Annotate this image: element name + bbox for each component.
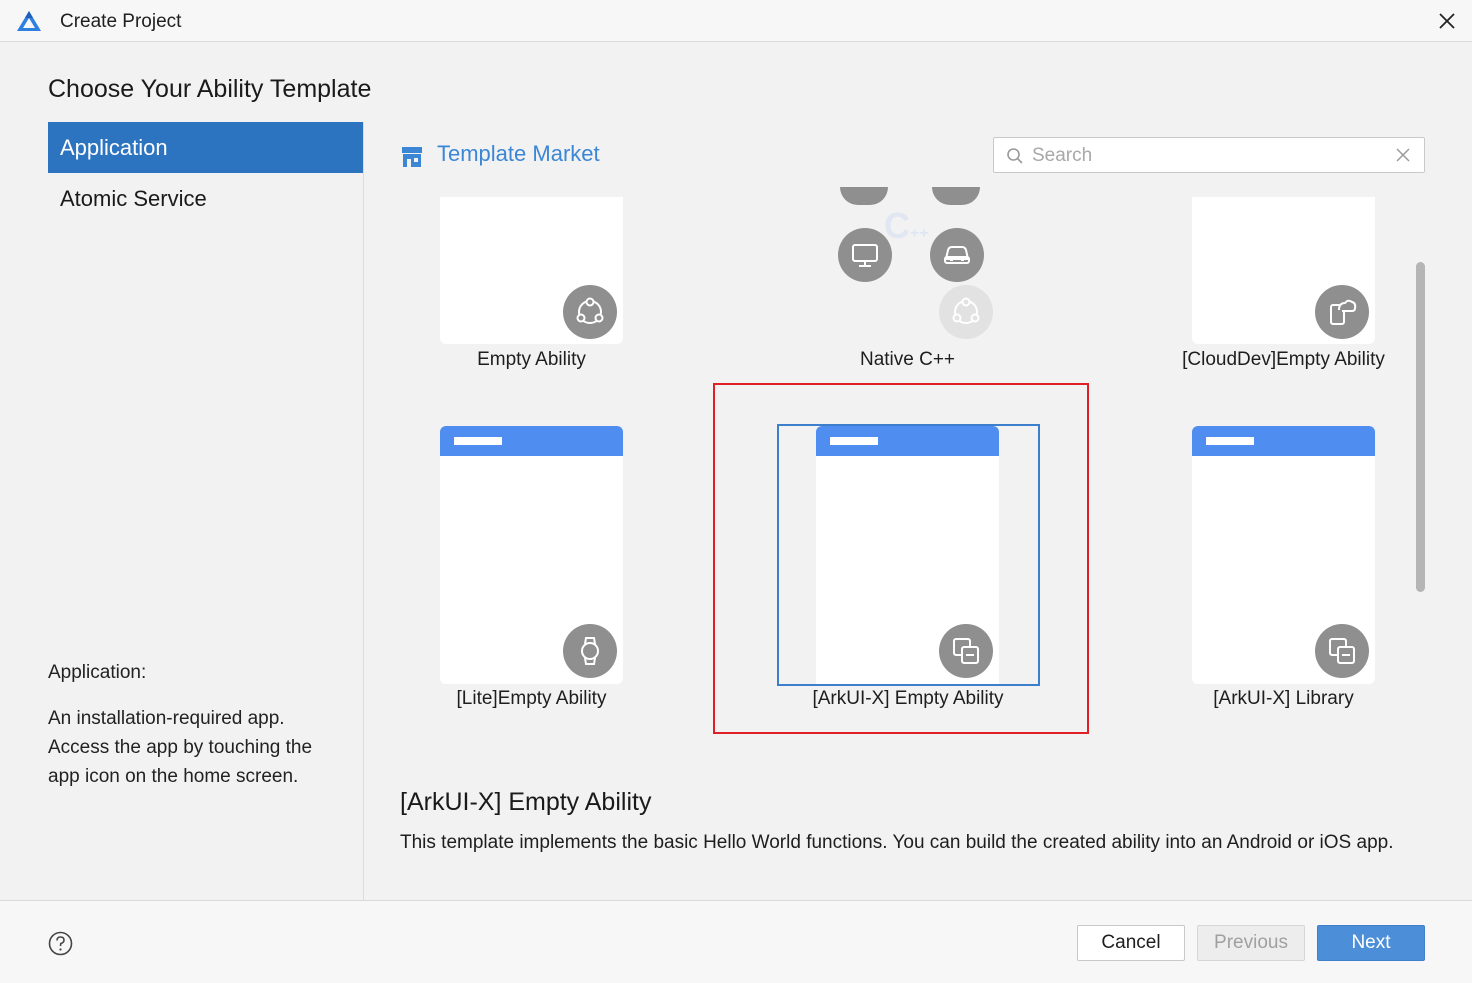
- template-detail-title: [ArkUI-X] Empty Ability: [400, 788, 652, 816]
- device-icon: [840, 187, 888, 205]
- sidebar-item-atomic-service[interactable]: Atomic Service: [48, 173, 363, 224]
- multi-device-icon: [563, 285, 617, 339]
- help-icon[interactable]: [48, 931, 73, 956]
- template-card-native-cpp[interactable]: C++: [816, 187, 999, 344]
- monitor-icon: [838, 228, 892, 282]
- multi-device-icon: [939, 285, 993, 339]
- category-description-title: Application:: [48, 662, 147, 683]
- template-header-bar: [440, 426, 623, 456]
- title-bar: Create Project: [0, 0, 1472, 42]
- template-header-bar: [816, 426, 999, 456]
- search-icon: [1007, 148, 1023, 164]
- sidebar-divider: [363, 122, 364, 900]
- template-card-lite-empty-ability[interactable]: [440, 426, 623, 684]
- car-icon: [930, 228, 984, 282]
- deveco-logo-icon: [17, 11, 41, 31]
- device-icon: [932, 187, 980, 205]
- sidebar-item-application[interactable]: Application: [48, 122, 363, 173]
- template-card-clouddev-empty-ability[interactable]: [1192, 197, 1375, 344]
- template-label[interactable]: Native C++: [816, 349, 999, 371]
- cancel-button[interactable]: Cancel: [1077, 925, 1185, 961]
- window-title: Create Project: [60, 11, 182, 32]
- template-label[interactable]: Empty Ability: [440, 349, 623, 371]
- cross-platform-icon: [1315, 624, 1369, 678]
- template-label[interactable]: [ArkUI-X] Library: [1172, 688, 1395, 710]
- template-label[interactable]: [ArkUI-X] Empty Ability: [778, 688, 1038, 710]
- category-description-body: An installation-required app. Access the…: [48, 708, 313, 787]
- watch-icon: [563, 624, 617, 678]
- search-box[interactable]: [993, 137, 1425, 173]
- cloud-device-icon: [1315, 285, 1369, 339]
- page-title: Choose Your Ability Template: [48, 75, 372, 103]
- template-label[interactable]: [CloudDev]Empty Ability: [1172, 349, 1395, 371]
- template-market-link[interactable]: Template Market: [437, 141, 600, 167]
- template-label[interactable]: [Lite]Empty Ability: [430, 688, 633, 710]
- template-card-empty-ability[interactable]: [440, 197, 623, 344]
- cross-platform-icon: [939, 624, 993, 678]
- template-detail-description: This template implements the basic Hello…: [400, 832, 1394, 853]
- template-card-arkui-x-empty-ability[interactable]: [816, 426, 999, 684]
- template-card-arkui-x-library[interactable]: [1192, 426, 1375, 684]
- search-input[interactable]: [1030, 141, 1384, 171]
- template-header-bar: [1192, 426, 1375, 456]
- store-icon[interactable]: [400, 146, 424, 168]
- cpp-logo-icon: C++: [884, 205, 929, 246]
- scrollbar-thumb[interactable]: [1416, 262, 1425, 592]
- clear-search-icon[interactable]: [1394, 146, 1412, 164]
- next-button[interactable]: Next: [1317, 925, 1425, 961]
- close-icon[interactable]: [1436, 10, 1458, 32]
- previous-button[interactable]: Previous: [1197, 925, 1305, 961]
